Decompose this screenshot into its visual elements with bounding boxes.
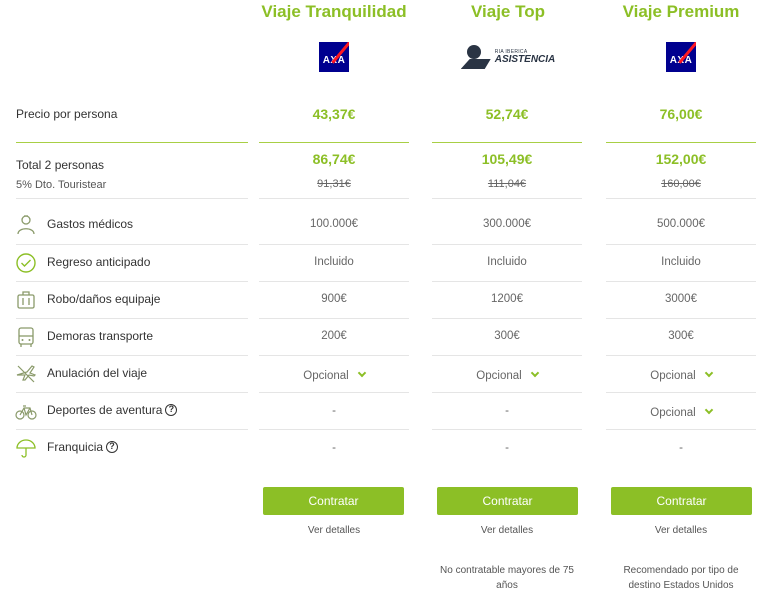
cell-value: 500.000€ bbox=[657, 218, 705, 230]
luggage-icon bbox=[17, 291, 35, 309]
feature-robo-equipaje: Robo/daños equipaje bbox=[47, 292, 161, 306]
divider bbox=[606, 198, 756, 199]
old-price: 91,31€ bbox=[317, 178, 351, 190]
cell-value: 300€ bbox=[668, 330, 694, 342]
help-icon[interactable]: ? bbox=[106, 441, 119, 453]
divider bbox=[606, 355, 756, 356]
cell-value: Incluido bbox=[661, 256, 701, 268]
divider bbox=[432, 281, 582, 282]
contratar-button[interactable]: Contratar bbox=[611, 487, 752, 515]
divider bbox=[259, 142, 409, 143]
divider bbox=[432, 392, 582, 393]
chevron-down-icon bbox=[704, 405, 713, 415]
axa-logo: AXA bbox=[249, 42, 419, 74]
cell-value: - bbox=[505, 442, 509, 454]
feature-regreso-anticipado: Regreso anticipado bbox=[47, 255, 151, 269]
divider bbox=[606, 392, 756, 393]
anulacion-dropdown[interactable]: Opcional bbox=[432, 368, 582, 382]
check-circle-icon bbox=[16, 253, 36, 273]
plan-title-tranquilidad: Viaje Tranquilidad bbox=[261, 2, 407, 21]
divider bbox=[606, 142, 756, 143]
cell-value: 3000€ bbox=[665, 293, 697, 305]
help-icon[interactable]: ? bbox=[165, 404, 178, 416]
cell-value: 300€ bbox=[494, 330, 520, 342]
chevron-down-icon bbox=[357, 368, 366, 378]
total-label: Total 2 personas bbox=[16, 158, 105, 172]
chevron-down-icon bbox=[704, 368, 713, 378]
cell-value: 900€ bbox=[321, 293, 347, 305]
deportes-dropdown[interactable]: Opcional bbox=[606, 405, 756, 419]
divider bbox=[259, 318, 409, 319]
cell-value: - bbox=[505, 405, 509, 417]
divider bbox=[259, 244, 409, 245]
divider bbox=[259, 198, 409, 199]
price-per-person: 43,37€ bbox=[312, 106, 356, 122]
old-price: 111,04€ bbox=[487, 178, 527, 190]
divider bbox=[259, 355, 409, 356]
anulacion-dropdown[interactable]: Opcional bbox=[259, 368, 409, 382]
divider bbox=[432, 355, 582, 356]
divider bbox=[606, 318, 756, 319]
chevron-down-icon bbox=[530, 368, 539, 378]
plan-title-top: Viaje Top bbox=[470, 2, 545, 21]
bus-icon bbox=[18, 327, 34, 347]
axa-logo: AXA bbox=[596, 42, 758, 74]
ver-detalles-link[interactable]: Ver detalles bbox=[606, 525, 756, 536]
feature-demoras-transporte: Demoras transporte bbox=[47, 329, 154, 343]
cell-value: 1200€ bbox=[491, 293, 523, 305]
divider bbox=[606, 281, 756, 282]
divider bbox=[432, 429, 582, 430]
contratar-button[interactable]: Contratar bbox=[437, 487, 578, 515]
ver-detalles-link[interactable]: Ver detalles bbox=[432, 525, 582, 536]
plan-note: Recomendado por tipo de destino Estados … bbox=[623, 565, 739, 591]
price-per-person: 76,00€ bbox=[659, 106, 703, 122]
feature-gastos-medicos: Gastos médicos bbox=[47, 217, 134, 231]
divider bbox=[16, 392, 248, 393]
divider bbox=[16, 355, 248, 356]
feature-deportes-aventura: Deportes de aventura ? bbox=[47, 403, 178, 417]
cell-value: 200€ bbox=[321, 330, 347, 342]
cell-value: - bbox=[332, 405, 336, 417]
divider bbox=[16, 429, 248, 430]
divider bbox=[432, 318, 582, 319]
ver-detalles-link[interactable]: Ver detalles bbox=[259, 525, 409, 536]
divider bbox=[606, 244, 756, 245]
contratar-button[interactable]: Contratar bbox=[263, 487, 404, 515]
bicycle-icon bbox=[15, 405, 37, 420]
cell-value: Incluido bbox=[314, 256, 354, 268]
cell-value: 300.000€ bbox=[483, 218, 531, 230]
doctor-icon bbox=[17, 215, 35, 235]
cell-value: Incluido bbox=[487, 256, 527, 268]
cell-value: - bbox=[679, 442, 683, 454]
total-price: 86,74€ bbox=[312, 151, 356, 167]
divider bbox=[16, 198, 248, 199]
divider bbox=[432, 142, 582, 143]
umbrella-icon bbox=[16, 439, 36, 458]
feature-anulacion-viaje: Anulación del viaje bbox=[47, 366, 148, 380]
divider bbox=[432, 244, 582, 245]
price-per-person: 52,74€ bbox=[485, 106, 529, 122]
total-price: 105,49€ bbox=[481, 151, 533, 167]
divider bbox=[16, 244, 248, 245]
cell-value: - bbox=[332, 442, 336, 454]
divider bbox=[259, 281, 409, 282]
divider bbox=[606, 429, 756, 430]
divider bbox=[259, 392, 409, 393]
plan-note: No contratable mayores de 75 años bbox=[440, 565, 574, 591]
discount-label: 5% Dto. Touristear bbox=[16, 179, 107, 191]
divider bbox=[16, 142, 248, 143]
ria-asistencia-logo: RIA IBERICA ASISTENCIA bbox=[423, 42, 593, 74]
divider bbox=[16, 318, 248, 319]
cell-value: 100.000€ bbox=[310, 218, 358, 230]
feature-franquicia: Franquicia ? bbox=[47, 440, 119, 454]
divider bbox=[16, 281, 248, 282]
anulacion-dropdown[interactable]: Opcional bbox=[606, 368, 756, 382]
price-per-person-label: Precio por persona bbox=[16, 107, 118, 121]
plan-title-premium: Viaje Premium bbox=[622, 2, 740, 21]
old-price: 160,00€ bbox=[661, 178, 701, 190]
plane-cancel-icon bbox=[16, 365, 37, 383]
divider bbox=[432, 198, 582, 199]
total-price: 152,00€ bbox=[655, 151, 707, 167]
divider bbox=[259, 429, 409, 430]
